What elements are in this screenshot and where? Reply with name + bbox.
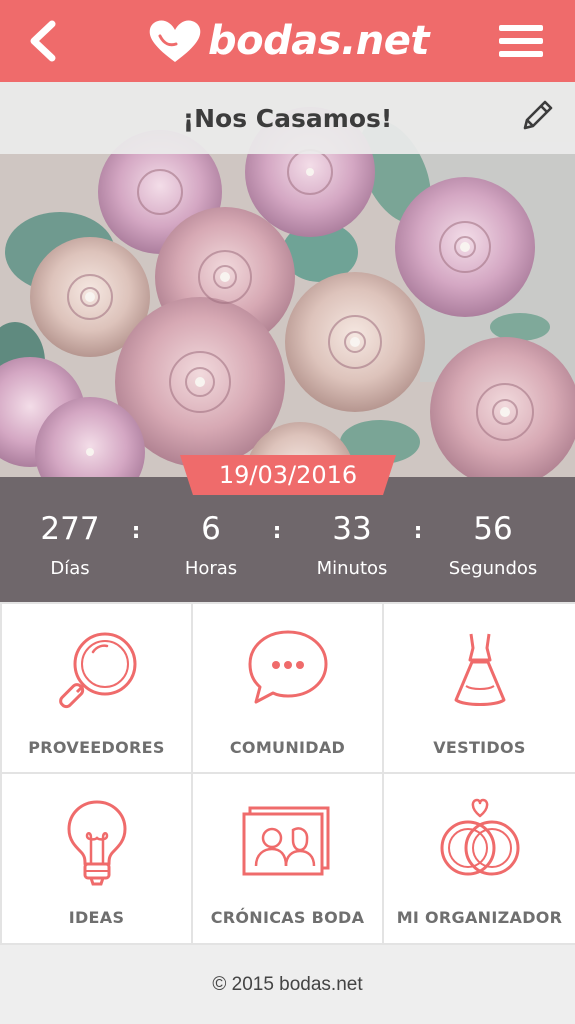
- tile-label: PROVEEDORES: [28, 738, 165, 757]
- tile-label: IDEAS: [68, 908, 125, 927]
- pencil-icon: [523, 100, 553, 130]
- countdown-hours: 6 Horas: [141, 477, 281, 602]
- countdown-label: Segundos: [448, 558, 538, 579]
- tile-label: VESTIDOS: [433, 738, 526, 757]
- hamburger-menu-icon: [499, 25, 543, 57]
- countdown-panel: 277 Días : 6 Horas : 33 Minutos : 56 Seg…: [0, 477, 575, 602]
- edit-button[interactable]: [517, 96, 557, 136]
- countdown-value: 277: [40, 511, 100, 547]
- tile-ideas[interactable]: IDEAS: [2, 774, 191, 943]
- app-header: bodas.net: [0, 0, 575, 82]
- wedding-date: 19/03/2016: [218, 461, 358, 489]
- hero-image: ¡Nos Casamos!: [0, 82, 575, 477]
- tile-label: COMUNIDAD: [229, 738, 346, 757]
- tile-mi-organizador[interactable]: MI ORGANIZADOR: [384, 774, 575, 943]
- tile-proveedores[interactable]: PROVEEDORES: [2, 604, 191, 772]
- tile-label: CRÓNICAS BODA: [210, 908, 365, 927]
- chevron-left-icon: [30, 20, 56, 62]
- tile-vestidos[interactable]: VESTIDOS: [384, 604, 575, 772]
- hamburger-menu-button[interactable]: [497, 22, 545, 60]
- photo-frame-icon: [242, 806, 329, 876]
- copyright-text: © 2015 bodas.net: [212, 973, 363, 995]
- magnifier-icon: [58, 632, 136, 709]
- tile-cronicas-boda[interactable]: CRÓNICAS BODA: [193, 774, 382, 943]
- logo-text: bodas.net: [208, 18, 429, 64]
- heart-icon: [149, 20, 201, 62]
- chat-bubble-icon: [248, 630, 327, 704]
- countdown-label: Minutos: [316, 558, 388, 579]
- countdown-label: Horas: [184, 558, 238, 579]
- dress-icon: [454, 633, 505, 706]
- countdown-label: Días: [50, 558, 90, 579]
- countdown-days: 277 Días: [0, 477, 140, 602]
- footer: © 2015 bodas.net: [0, 945, 575, 1024]
- countdown-value: 56: [473, 511, 513, 547]
- wedding-rings-icon: [440, 798, 519, 876]
- countdown-minutes: 33 Minutos: [282, 477, 422, 602]
- hero-title-bar: ¡Nos Casamos!: [0, 82, 575, 154]
- back-button[interactable]: [22, 18, 66, 64]
- countdown-value: 6: [201, 511, 221, 547]
- page-title: ¡Nos Casamos!: [182, 103, 393, 133]
- brand-logo[interactable]: bodas.net: [146, 16, 429, 66]
- lightbulb-icon: [67, 800, 126, 886]
- wedding-date-badge: 19/03/2016: [180, 455, 396, 495]
- menu-grid: PROVEEDORES COMUNIDAD VESTIDOS IDEAS CRÓ…: [0, 602, 575, 945]
- tile-comunidad[interactable]: COMUNIDAD: [193, 604, 382, 772]
- countdown-value: 33: [332, 511, 372, 547]
- countdown-seconds: 56 Segundos: [423, 477, 563, 602]
- tile-label: MI ORGANIZADOR: [396, 908, 563, 927]
